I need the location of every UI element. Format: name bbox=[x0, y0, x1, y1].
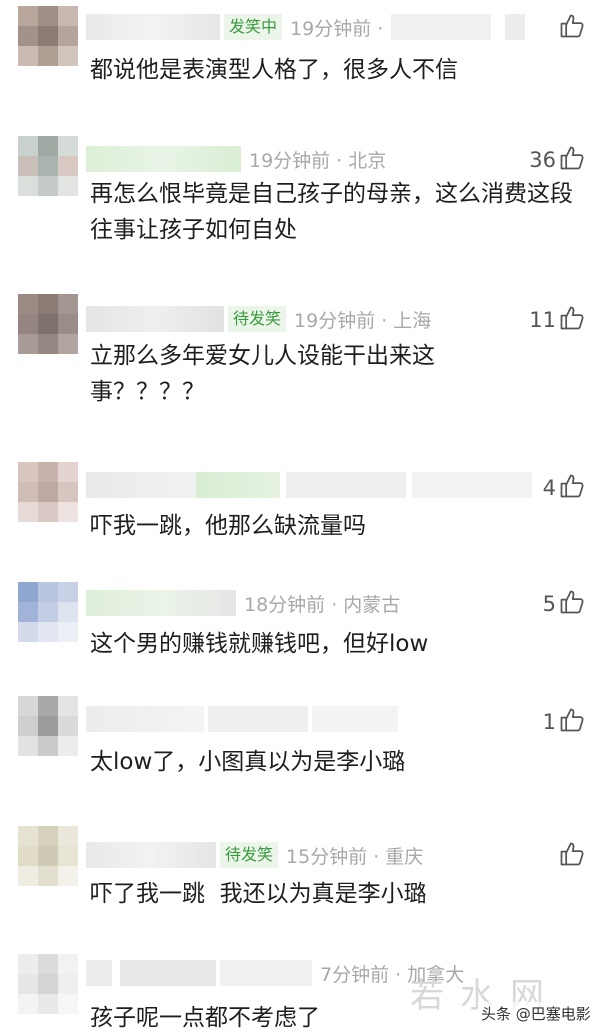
username[interactable] bbox=[86, 842, 216, 868]
comment-meta bbox=[86, 470, 540, 500]
thumbs-up-icon bbox=[558, 12, 586, 44]
comment-meta: 待发笑 19分钟前 · 上海 bbox=[86, 304, 431, 334]
thumbs-up-icon bbox=[558, 472, 586, 504]
avatar[interactable] bbox=[18, 954, 78, 1014]
comment-text: 吓了我一跳 我还以为真是李小璐 bbox=[90, 881, 427, 907]
username[interactable] bbox=[86, 590, 236, 616]
timestamp: 19分钟前 · bbox=[290, 17, 384, 40]
like-count: 36 bbox=[529, 148, 556, 172]
like-count: 11 bbox=[529, 308, 556, 332]
thumbs-up-icon bbox=[558, 840, 586, 872]
username[interactable] bbox=[86, 146, 241, 172]
avatar[interactable] bbox=[18, 826, 78, 886]
thumbs-up-icon bbox=[558, 304, 586, 336]
like-button[interactable]: 5 bbox=[543, 588, 586, 620]
username[interactable] bbox=[86, 472, 196, 498]
like-button[interactable]: 36 bbox=[529, 144, 586, 176]
status-badge: 发笑中 bbox=[224, 14, 283, 40]
comment-text: 吓我一跳，他那么缺流量吗 bbox=[90, 513, 366, 539]
comment-text: 太low了，小图真以为是李小璐 bbox=[90, 749, 406, 775]
like-count: 1 bbox=[542, 710, 556, 734]
comment-text: 这个男的赚钱就赚钱吧，但好low bbox=[90, 631, 429, 657]
comment-text: 都说他是表演型人格了，很多人不信 bbox=[90, 57, 458, 83]
avatar[interactable] bbox=[18, 6, 78, 66]
like-count: 5 bbox=[542, 592, 556, 616]
avatar[interactable] bbox=[18, 136, 78, 196]
status-badge: 待发笑 bbox=[228, 306, 287, 332]
comment-meta: 发笑中 19分钟前 · bbox=[86, 12, 526, 42]
avatar[interactable] bbox=[18, 696, 78, 756]
username[interactable] bbox=[86, 960, 112, 986]
timestamp: 18分钟前 · 内蒙古 bbox=[244, 593, 401, 616]
comment-meta: 7分钟前 · 加拿大 bbox=[86, 958, 464, 988]
avatar[interactable] bbox=[18, 462, 78, 522]
timestamp: 19分钟前 · 上海 bbox=[294, 309, 432, 332]
watermark-source: 头条 @巴塞电影 bbox=[478, 1002, 594, 1025]
avatar[interactable] bbox=[18, 582, 78, 642]
thumbs-up-icon bbox=[558, 588, 586, 620]
username[interactable] bbox=[86, 706, 204, 732]
status-badge: 待发笑 bbox=[220, 842, 279, 868]
timestamp: 19分钟前 · 北京 bbox=[249, 149, 387, 172]
username[interactable] bbox=[86, 306, 224, 332]
thumbs-up-icon bbox=[558, 144, 586, 176]
like-button[interactable] bbox=[556, 840, 586, 872]
comment-text: 立那么多年爱女儿人设能干出来这事？？？？ bbox=[90, 343, 435, 405]
like-button[interactable]: 11 bbox=[529, 304, 586, 336]
comment-meta: 待发笑 15分钟前 · 重庆 bbox=[86, 840, 423, 870]
username[interactable] bbox=[86, 14, 220, 40]
like-count: 4 bbox=[542, 476, 556, 500]
comment-text: 再怎么恨毕竟是自己孩子的母亲，这么消费这段往事让孩子如何自处 bbox=[90, 181, 573, 243]
avatar[interactable] bbox=[18, 294, 78, 354]
comment-meta bbox=[86, 704, 406, 734]
timestamp: 15分钟前 · 重庆 bbox=[286, 845, 424, 868]
like-button[interactable]: 4 bbox=[543, 472, 586, 504]
comment-meta: 19分钟前 · 北京 bbox=[86, 144, 386, 174]
like-button[interactable] bbox=[556, 12, 586, 44]
comment-meta: 18分钟前 · 内蒙古 bbox=[86, 588, 400, 618]
thumbs-up-icon bbox=[558, 706, 586, 738]
like-button[interactable]: 1 bbox=[543, 706, 586, 738]
